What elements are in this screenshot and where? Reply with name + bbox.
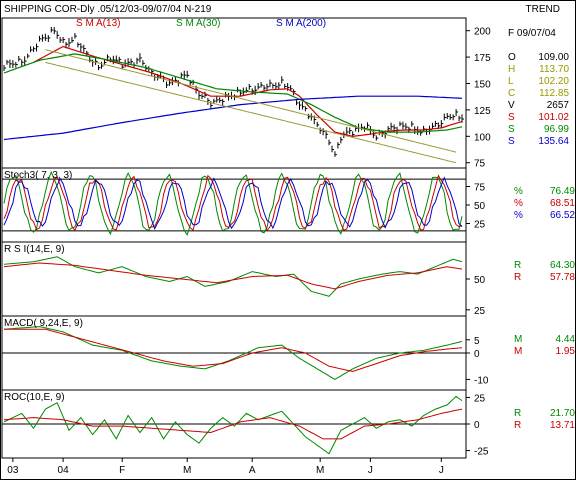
- price-readout-label: L: [508, 76, 514, 87]
- x-tick-label: J: [368, 465, 373, 476]
- y-tick-label: 50: [474, 275, 486, 286]
- price-readout-label: C: [508, 88, 515, 99]
- rsi-readout-label: R: [514, 272, 521, 283]
- price-readout-label: O: [508, 52, 516, 63]
- chart-title: SHIPPING COR-Dly .05/12/03-09/07/04 N-21…: [4, 4, 212, 15]
- y-tick-label: 200: [474, 27, 491, 38]
- stoch-readout-value: 66.52: [550, 210, 575, 221]
- roc-title: ROC(10,E, 9): [4, 392, 65, 403]
- x-tick-label: F: [119, 465, 125, 476]
- rsi-signal-line: [3, 262, 463, 290]
- trend-lower-line: [45, 61, 457, 164]
- roc-readout-label: R: [514, 420, 521, 431]
- price-readout-value: 101.02: [538, 112, 569, 123]
- macd-readout-value: 4.44: [556, 334, 576, 345]
- x-tick-label: M: [316, 465, 324, 476]
- macd-signal-line: [4, 328, 463, 373]
- stoch-readout-label: %: [514, 210, 523, 221]
- stoch-readout-label: %: [514, 198, 523, 209]
- price-readout-value: 2657: [547, 100, 570, 111]
- trend-label: TREND: [526, 4, 560, 15]
- y-tick-label: 25: [474, 306, 486, 317]
- x-tick-label: M: [183, 465, 191, 476]
- price-readout-label: S: [508, 112, 515, 123]
- roc-readout-value: 21.70: [550, 408, 575, 419]
- rsi-title: R S I(14,E, 9): [4, 244, 65, 255]
- y-tick-label: 125: [474, 106, 491, 117]
- price-readout-value: 109.00: [538, 52, 569, 63]
- s-m-a-200-line: [3, 95, 463, 141]
- price-readout-value: 102.20: [538, 76, 569, 87]
- readout-date: F 09/07/04: [508, 28, 556, 39]
- y-tick-label: 100: [474, 132, 491, 143]
- y-tick-label: -25: [474, 447, 489, 458]
- y-tick-label: -10: [474, 375, 489, 386]
- roc-readout-label: R: [514, 408, 521, 419]
- y-tick-label: 175: [474, 53, 491, 64]
- price-readout-value: 112.85: [539, 88, 569, 99]
- macd-title: MACD( 9,24,E, 9): [4, 318, 83, 329]
- price-readout-label: H: [508, 64, 515, 75]
- price-readout-value: 96.99: [544, 124, 569, 135]
- stoch-readout-label: %: [514, 186, 523, 197]
- s-m-a-30-line: [3, 53, 463, 133]
- macd-readout-value: 1.95: [556, 346, 576, 357]
- x-tick-label: 03: [7, 465, 19, 476]
- price-readout-label: V: [508, 100, 515, 111]
- stoch-readout-value: 76.49: [550, 186, 575, 197]
- rsi-readout-value: 64.30: [550, 260, 575, 271]
- chart-stage: SHIPPING COR-Dly .05/12/03-09/07/04 N-21…: [0, 0, 576, 480]
- y-tick-label: 0: [474, 349, 480, 360]
- y-tick-label: 75: [474, 159, 486, 170]
- trend-upper-line: [45, 49, 457, 153]
- technical-chart: SHIPPING COR-Dly .05/12/03-09/07/04 N-21…: [1, 4, 576, 476]
- rsi-readout-label: R: [514, 260, 521, 271]
- y-tick-label: 0: [474, 420, 480, 431]
- y-tick-label: 50: [474, 201, 486, 212]
- y-tick-label: 25: [474, 393, 486, 404]
- price-readout-value: 135.64: [538, 136, 569, 147]
- x-tick-label: 04: [58, 465, 70, 476]
- price-legend-item: S M A(13): [76, 18, 120, 29]
- stoch-title: Stoch3( 7, 3, 3): [4, 170, 72, 181]
- rsi-rsi-line: [3, 256, 463, 297]
- roc-readout-value: 13.71: [550, 420, 575, 431]
- y-tick-label: 25: [474, 220, 486, 231]
- x-tick-label: A: [249, 465, 256, 476]
- macd-readout-label: M: [514, 334, 522, 345]
- price-readout-label: S: [508, 124, 515, 135]
- macd-readout-label: M: [514, 346, 522, 357]
- price-readout-label: S: [508, 136, 515, 147]
- price-legend-item: S M A(30): [176, 18, 220, 29]
- stoch-readout-value: 68.51: [550, 198, 575, 209]
- rsi-readout-value: 57.78: [550, 272, 575, 283]
- price-readout-value: 113.70: [539, 64, 569, 75]
- y-tick-label: 150: [474, 79, 491, 90]
- price-legend-item: S M A(200): [276, 18, 326, 29]
- x-tick-label: J: [439, 465, 444, 476]
- roc-roc-line: [3, 395, 463, 455]
- y-tick-label: 75: [474, 183, 486, 194]
- y-tick-label: 5: [474, 336, 480, 347]
